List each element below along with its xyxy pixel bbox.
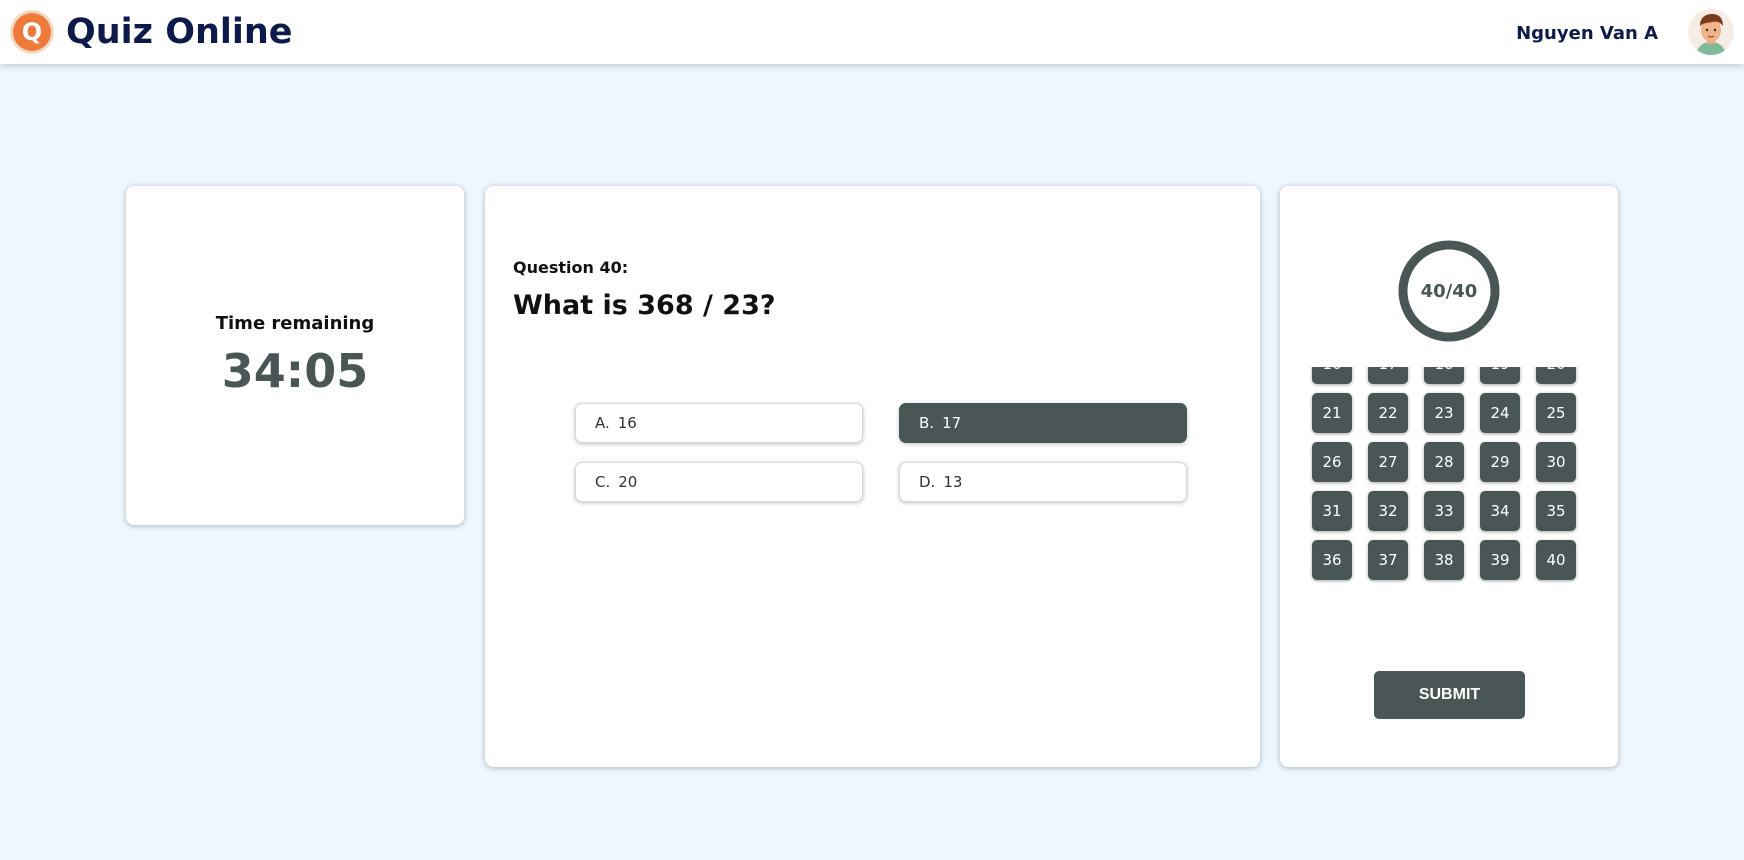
question-nav-button[interactable]: 38 — [1424, 540, 1464, 580]
question-nav-button[interactable]: 32 — [1368, 491, 1408, 531]
question-nav-button[interactable]: 37 — [1368, 540, 1408, 580]
svg-text:Q: Q — [22, 18, 42, 46]
answer-option-d[interactable]: D. 13 — [899, 462, 1187, 502]
progress-count: 40/40 — [1420, 280, 1478, 302]
timer-card: Time remaining 34:05 — [126, 186, 464, 525]
question-navigator-card: 40/40 1112131415161718192021222324252627… — [1280, 186, 1618, 767]
question-nav-button[interactable]: 40 — [1536, 540, 1576, 580]
answer-value: 13 — [943, 473, 963, 491]
answer-letter: D. — [919, 473, 936, 491]
question-card: Question 40: What is 368 / 23? A. 16 B. … — [485, 186, 1260, 767]
question-nav-button[interactable]: 23 — [1424, 393, 1464, 433]
quiz-logo-icon[interactable]: Q — [9, 9, 55, 55]
question-nav-button[interactable]: 17 — [1368, 367, 1408, 384]
question-nav-button[interactable]: 16 — [1312, 367, 1352, 384]
question-nav-button[interactable]: 19 — [1480, 367, 1520, 384]
timer-label: Time remaining — [215, 313, 375, 334]
question-nav-button[interactable]: 26 — [1312, 442, 1352, 482]
question-nav-button[interactable]: 28 — [1424, 442, 1464, 482]
top-navbar: Q Quiz Online Nguyen Van A — [0, 0, 1744, 64]
question-nav-button[interactable]: 18 — [1424, 367, 1464, 384]
question-nav-button[interactable]: 22 — [1368, 393, 1408, 433]
answer-letter: B. — [919, 414, 935, 432]
answer-value: 20 — [618, 473, 638, 491]
question-nav-button[interactable]: 34 — [1480, 491, 1520, 531]
question-nav-button[interactable]: 29 — [1480, 442, 1520, 482]
submit-button[interactable]: SUBMIT — [1374, 671, 1525, 719]
question-nav-button[interactable]: 21 — [1312, 393, 1352, 433]
answer-value: 16 — [617, 414, 637, 432]
question-nav-button[interactable]: 30 — [1536, 442, 1576, 482]
user-name: Nguyen Van A — [1516, 23, 1658, 44]
answer-letter: A. — [595, 414, 610, 432]
question-nav-button[interactable]: 31 — [1312, 491, 1352, 531]
user-avatar-icon[interactable] — [1688, 9, 1734, 55]
question-nav-button[interactable]: 27 — [1368, 442, 1408, 482]
answer-option-b[interactable]: B. 17 — [899, 403, 1187, 443]
question-nav-button[interactable]: 33 — [1424, 491, 1464, 531]
answer-option-c[interactable]: C. 20 — [575, 462, 863, 502]
question-nav-button[interactable]: 25 — [1536, 393, 1576, 433]
answer-value: 17 — [942, 414, 962, 432]
timer-value: 34:05 — [221, 344, 369, 398]
question-nav-button[interactable]: 24 — [1480, 393, 1520, 433]
answer-letter: C. — [595, 473, 611, 491]
question-text: What is 368 / 23? — [513, 290, 776, 321]
question-nav-button[interactable]: 20 — [1536, 367, 1576, 384]
question-nav-button[interactable]: 39 — [1480, 540, 1520, 580]
app-title[interactable]: Quiz Online — [66, 12, 293, 52]
answer-option-a[interactable]: A. 16 — [575, 403, 863, 443]
question-grid[interactable]: 1112131415161718192021222324252627282930… — [1310, 367, 1590, 617]
question-nav-button[interactable]: 36 — [1312, 540, 1352, 580]
question-nav-button[interactable]: 35 — [1536, 491, 1576, 531]
question-number: Question 40: — [513, 258, 629, 277]
